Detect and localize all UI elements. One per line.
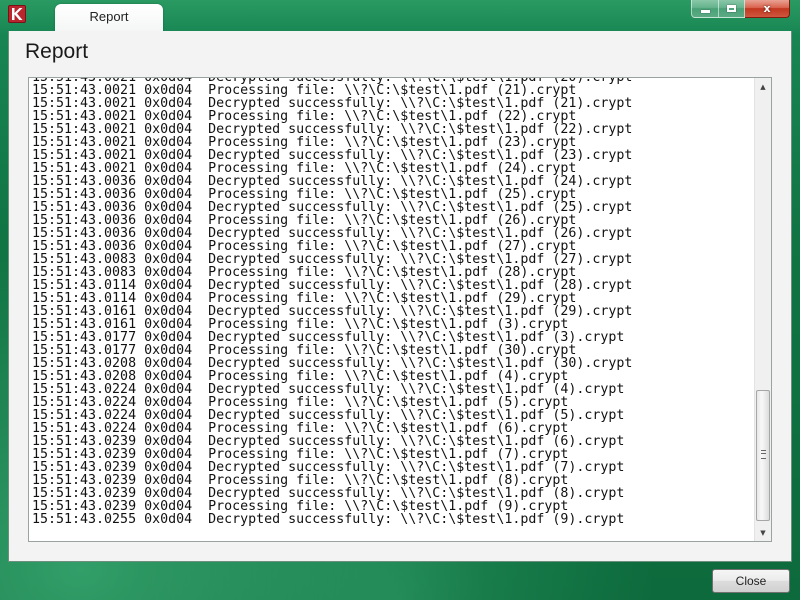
scroll-down-arrow-icon[interactable]: ▼ [755, 524, 771, 541]
window-close-button[interactable]: x [745, 0, 790, 18]
close-icon: x [763, 2, 771, 15]
scroll-up-arrow-icon[interactable]: ▲ [755, 78, 771, 95]
minimize-icon [692, 0, 718, 17]
report-panel: Report 15:51:43.0021 0x0d04 Decrypted su… [8, 31, 792, 562]
close-button[interactable]: Close [712, 569, 790, 593]
scroll-grip-icon [761, 450, 766, 459]
scroll-thumb[interactable] [756, 390, 770, 521]
window-controls: x [691, 0, 790, 19]
tab-report[interactable]: Report [55, 4, 163, 32]
page-title: Report [25, 40, 89, 63]
report-log[interactable]: 15:51:43.0021 0x0d04 Decrypted successfu… [28, 77, 772, 542]
tab-report-label: Report [89, 9, 129, 24]
log-lines: 15:51:43.0021 0x0d04 Decrypted successfu… [32, 78, 632, 527]
kaspersky-k-icon [8, 5, 26, 23]
maximize-button[interactable] [719, 0, 745, 18]
maximize-icon [719, 0, 744, 17]
vertical-scrollbar[interactable]: ▲ ▼ [754, 78, 771, 541]
minimize-button[interactable] [691, 0, 719, 18]
log-line: 15:51:43.0255 0x0d04 Decrypted successfu… [32, 512, 625, 527]
window-frame: Report x Report 15:51:43.0021 0x0d04 Dec… [0, 0, 800, 600]
